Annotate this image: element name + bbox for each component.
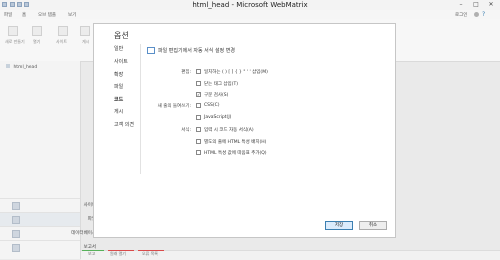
checkbox-attr-newline[interactable] xyxy=(196,139,201,144)
ribbon-group-publish: 게시 xyxy=(82,39,90,44)
option-attr-newline: 별도의 줄에 HTML 특성 배치(H) xyxy=(204,140,267,145)
checkbox-syntax-check[interactable]: ✓ xyxy=(196,92,201,97)
workspace-reports[interactable]: 보고서 xyxy=(0,240,96,255)
database-icon xyxy=(12,230,20,238)
status-tab-report[interactable]: 보고 xyxy=(88,251,95,257)
checkbox-attr-quotes[interactable] xyxy=(196,150,201,155)
nav-publish[interactable]: 게시 xyxy=(114,108,123,115)
menu-view[interactable]: 보기 xyxy=(68,12,76,18)
nav-general[interactable]: 일반 xyxy=(114,45,123,52)
option-javascript: JavaScript(J) xyxy=(204,115,232,120)
option-auto-format: 입력 시 코드 자동 서식(A) xyxy=(204,128,254,133)
workspace-files[interactable]: 파일 xyxy=(0,212,96,227)
help-icon[interactable]: ? xyxy=(482,11,485,18)
checkbox-insert-matching[interactable] xyxy=(196,69,201,74)
close-button[interactable]: ✕ xyxy=(484,0,498,10)
option-insert-matching: 일치하는 ( ) [ ] { } " ' ' 삽입(M) xyxy=(204,70,268,75)
nav-site[interactable]: 사이트 xyxy=(114,58,128,65)
menu-template[interactable]: 오브 템플 xyxy=(38,12,56,18)
cancel-button[interactable]: 취소 xyxy=(359,221,387,230)
workspace-site[interactable]: 사이트 xyxy=(0,198,96,213)
nav-code[interactable]: 코드 xyxy=(114,96,123,103)
reports-icon xyxy=(12,244,20,252)
workspace-database[interactable]: 데이터베이스 xyxy=(0,226,96,241)
maximize-button[interactable]: □ xyxy=(469,0,483,10)
open-icon[interactable] xyxy=(32,26,42,36)
nav-divider xyxy=(140,44,141,174)
edit-label: 편집: xyxy=(181,70,191,75)
option-attr-quotes: HTML 특성 값에 따옴표 추가(Q) xyxy=(204,151,267,156)
dialog-header-text: 파일 편집기에서 자동 서식 설정 변경 xyxy=(158,48,235,54)
menu-home[interactable]: 홈 xyxy=(22,12,26,18)
checkbox-css[interactable] xyxy=(196,103,201,108)
new-icon[interactable] xyxy=(8,26,18,36)
status-tab-find[interactable]: 원래 열기 xyxy=(110,251,126,257)
site-icon xyxy=(12,202,20,210)
tree-item-html-head[interactable]: html_head xyxy=(6,64,78,71)
option-css: CSS(C) xyxy=(204,103,220,108)
ribbon-group-open: 열기 xyxy=(33,39,41,44)
nav-files[interactable]: 파일 xyxy=(114,83,123,90)
save-button[interactable]: 저장 xyxy=(325,221,353,230)
minimize-button[interactable]: – xyxy=(454,0,468,10)
ribbon-group-new: 새로 만들기 xyxy=(5,39,25,44)
checkbox-insert-closing-tag[interactable] xyxy=(196,81,201,86)
user-icon xyxy=(474,12,479,17)
checkbox-javascript[interactable] xyxy=(196,115,201,120)
tree-item-label: html_head xyxy=(13,65,38,70)
site-ribbon-icon[interactable] xyxy=(58,26,68,36)
code-settings-icon xyxy=(147,47,155,54)
folder-icon xyxy=(6,64,10,68)
indent-label: 새 줄의 들여쓰기: xyxy=(157,104,191,109)
format-label: 서식: xyxy=(181,128,191,133)
checkbox-auto-format[interactable] xyxy=(196,127,201,132)
files-icon xyxy=(12,216,20,224)
publish-icon[interactable] xyxy=(80,26,90,36)
login-link[interactable]: 로그인 xyxy=(455,12,467,18)
option-syntax-check: 구문 검사(S) xyxy=(204,93,229,98)
status-tab-errors[interactable]: 오류 목록 xyxy=(142,251,158,257)
window-title: html_head - Microsoft WebMatrix xyxy=(192,1,308,9)
menu-file[interactable]: 파일 xyxy=(4,12,12,18)
ribbon-group-site: 사이트 xyxy=(56,39,68,44)
option-insert-closing-tag: 닫는 태그 삽입(T) xyxy=(204,82,238,87)
dialog-title: 옵션 xyxy=(114,31,129,40)
